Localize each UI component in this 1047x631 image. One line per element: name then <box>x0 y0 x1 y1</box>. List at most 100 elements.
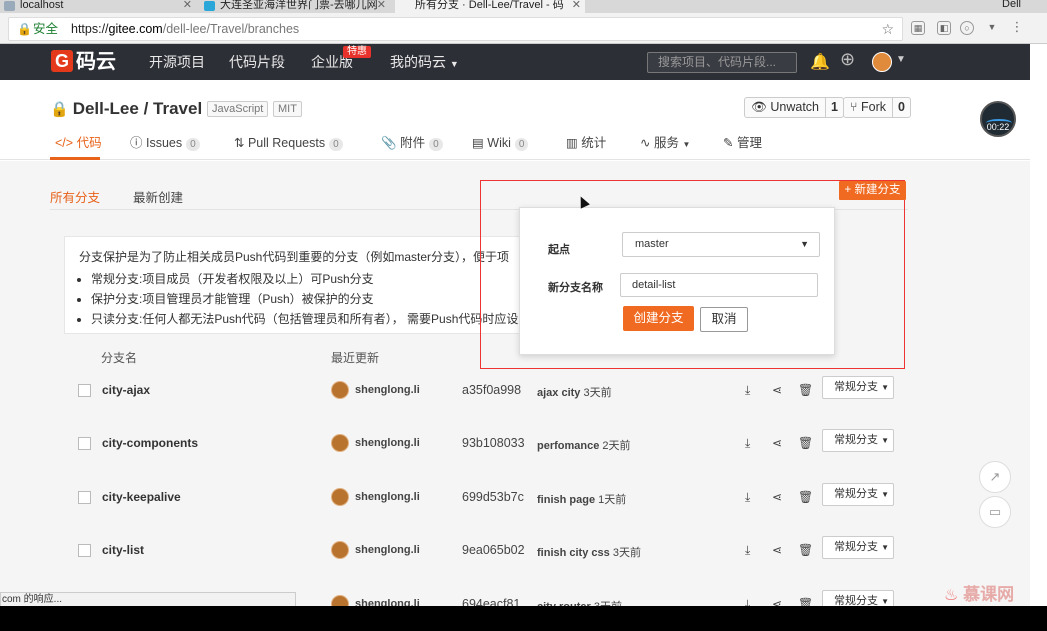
share-icon[interactable]: ↗ <box>979 461 1011 493</box>
commit-time: 2天前 <box>602 440 631 452</box>
branch-name[interactable]: city-components <box>102 436 198 450</box>
menu-icon[interactable]: ⋮ <box>1010 20 1024 35</box>
commit-time: 3天前 <box>583 387 612 399</box>
bookmark-star-icon[interactable]: ☆ <box>881 18 894 40</box>
omnibox[interactable]: 🔒 安全 https://gitee.com/dell-lee/Travel/b… <box>8 17 903 41</box>
committer-name[interactable]: shenglong.li <box>355 384 420 396</box>
cancel-button[interactable]: 取消 <box>700 307 748 332</box>
browser-tab-localhost[interactable]: localhost ✕ <box>0 0 196 13</box>
nav-my-gitee[interactable]: 我的码云 ▼ <box>390 44 459 82</box>
download-icon[interactable]: ⤓ <box>745 543 750 558</box>
repo-owner[interactable]: Dell-Lee <box>73 99 139 118</box>
download-icon[interactable]: ⤓ <box>745 490 750 505</box>
row-checkbox[interactable] <box>78 437 91 450</box>
user-avatar[interactable] <box>331 434 349 452</box>
close-icon[interactable]: ✕ <box>183 0 192 11</box>
vue-devtools-icon[interactable]: ▼ <box>985 21 999 35</box>
user-avatar[interactable] <box>331 381 349 399</box>
caret-down-icon[interactable]: ▼ <box>896 54 906 65</box>
caret-down-icon: ▼ <box>449 59 459 69</box>
share-icon[interactable]: ⋖ <box>772 383 782 397</box>
tab-issues[interactable]: ⓘ Issues 0 <box>130 134 200 152</box>
nav-open-source[interactable]: 开源项目 <box>149 44 205 80</box>
subtab-all-branches[interactable]: 所有分支 <box>50 187 100 206</box>
browser-tab-gitee[interactable]: 所有分支 · Dell-Lee/Travel - 码 ✕ <box>395 0 585 13</box>
gitee-logo[interactable]: G 码云 <box>51 50 116 74</box>
comment-icon[interactable]: ▭ <box>979 496 1011 528</box>
watch-button[interactable]: 👁 Unwatch 1 <box>744 97 844 118</box>
commit-message-text[interactable]: finish city css <box>537 547 610 559</box>
trash-icon[interactable]: 🗑 <box>798 436 813 450</box>
branch-name[interactable]: city-list <box>102 543 144 557</box>
tab-code[interactable]: </> 代码 <box>55 134 102 152</box>
download-icon[interactable]: ⤓ <box>745 436 750 451</box>
commit-sha[interactable]: 9ea065b02 <box>462 543 525 557</box>
commit-message-text[interactable]: perfomance <box>537 440 599 452</box>
tab-stats-label: 统计 <box>581 136 607 150</box>
share-icon[interactable]: ⋖ <box>772 436 782 450</box>
tab-manage[interactable]: ✎ 管理 <box>723 134 762 152</box>
tab-services[interactable]: ∿ 服务 ▼ <box>640 134 690 154</box>
branch-type-dropdown[interactable]: 常规分支 ▼ <box>822 536 894 559</box>
branch-name[interactable]: city-keepalive <box>102 490 181 504</box>
close-icon[interactable]: ✕ <box>572 0 581 11</box>
browser-tab-qunar[interactable]: 大连圣亚海洋世界门票-去哪儿网 ✕ <box>200 0 390 13</box>
create-branch-button[interactable]: 创建分支 <box>623 306 694 331</box>
tab-stats[interactable]: ▥ 统计 <box>566 134 606 152</box>
branch-type-dropdown[interactable]: 常规分支 ▼ <box>822 429 894 452</box>
committer-name[interactable]: shenglong.li <box>355 437 420 449</box>
commit-message-text[interactable]: finish page <box>537 494 595 506</box>
notice-item: 常规分支:项目成员（开发者权限及以上）可Push分支 <box>91 269 519 289</box>
committer-name[interactable]: shenglong.li <box>355 544 420 556</box>
user-avatar[interactable] <box>331 488 349 506</box>
watch-count[interactable]: 1 <box>825 98 843 117</box>
share-icon[interactable]: ⋖ <box>772 543 782 557</box>
branch-type-dropdown[interactable]: 常规分支 ▼ <box>822 483 894 506</box>
extension-icon[interactable]: ◧ <box>937 21 951 35</box>
subtab-recent[interactable]: 最新创建 <box>133 187 183 206</box>
tab-attachments[interactable]: 📎 附件 0 <box>381 134 443 152</box>
trash-icon[interactable]: 🗑 <box>798 543 813 557</box>
commit-sha[interactable]: 93b108033 <box>462 436 525 450</box>
tab-wiki[interactable]: ▤ Wiki 0 <box>472 134 529 152</box>
committer-name[interactable]: shenglong.li <box>355 491 420 503</box>
extension-icon[interactable]: ○ <box>960 21 974 35</box>
fork-button[interactable]: ⑂ Fork 0 <box>843 97 911 118</box>
tab-wiki-label: Wiki <box>487 136 511 150</box>
nav-snippets[interactable]: 代码片段 <box>229 44 285 80</box>
row-checkbox[interactable] <box>78 544 91 557</box>
extension-icon[interactable]: ▦ <box>911 21 925 35</box>
download-icon[interactable]: ⤓ <box>745 383 750 398</box>
fork-count[interactable]: 0 <box>892 98 910 117</box>
trash-icon[interactable]: 🗑 <box>798 490 813 504</box>
row-checkbox[interactable] <box>78 384 91 397</box>
user-avatar[interactable] <box>872 52 892 72</box>
branch-type-dropdown[interactable]: 常规分支 ▼ <box>822 376 894 399</box>
row-checkbox[interactable] <box>78 491 91 504</box>
notice-list: 常规分支:项目成员（开发者权限及以上）可Push分支 保护分支:项目管理员才能管… <box>91 269 519 329</box>
license-tag[interactable]: MIT <box>273 101 302 117</box>
site-navbar: G 码云 开源项目 代码片段 企业版 特惠 我的码云 ▼ 搜索项目、代码片段...… <box>0 44 1030 80</box>
trash-icon[interactable]: 🗑 <box>798 383 813 397</box>
new-branch-name-input[interactable]: detail-list <box>620 273 818 297</box>
site-search-input[interactable]: 搜索项目、代码片段... <box>647 52 797 73</box>
language-tag[interactable]: JavaScript <box>207 101 269 117</box>
fork-label: Fork <box>861 100 886 114</box>
start-branch-select[interactable]: master ▼ <box>622 232 820 257</box>
close-icon[interactable]: ✕ <box>377 0 386 11</box>
bell-icon[interactable]: 🔔 <box>810 52 830 72</box>
browser-profile-name[interactable]: Dell <box>1002 0 1021 10</box>
logo-mark: G <box>51 50 73 72</box>
tab-pull-requests[interactable]: ⇅ Pull Requests 0 <box>234 134 343 152</box>
share-icon[interactable]: ⋖ <box>772 490 782 504</box>
commit-message: perfomance 2天前 <box>537 437 631 453</box>
new-branch-button[interactable]: + 新建分支 <box>839 181 906 200</box>
commit-message-text[interactable]: ajax city <box>537 387 580 399</box>
commit-sha[interactable]: 699d53b7c <box>462 490 524 504</box>
url-text[interactable]: https://gitee.com/dell-lee/Travel/branch… <box>71 18 299 40</box>
repo-name[interactable]: Travel <box>153 99 202 118</box>
commit-sha[interactable]: a35f0a998 <box>462 383 521 397</box>
branch-name[interactable]: city-ajax <box>102 383 150 397</box>
plus-circle-icon[interactable]: ⊕ <box>840 49 855 70</box>
user-avatar[interactable] <box>331 541 349 559</box>
